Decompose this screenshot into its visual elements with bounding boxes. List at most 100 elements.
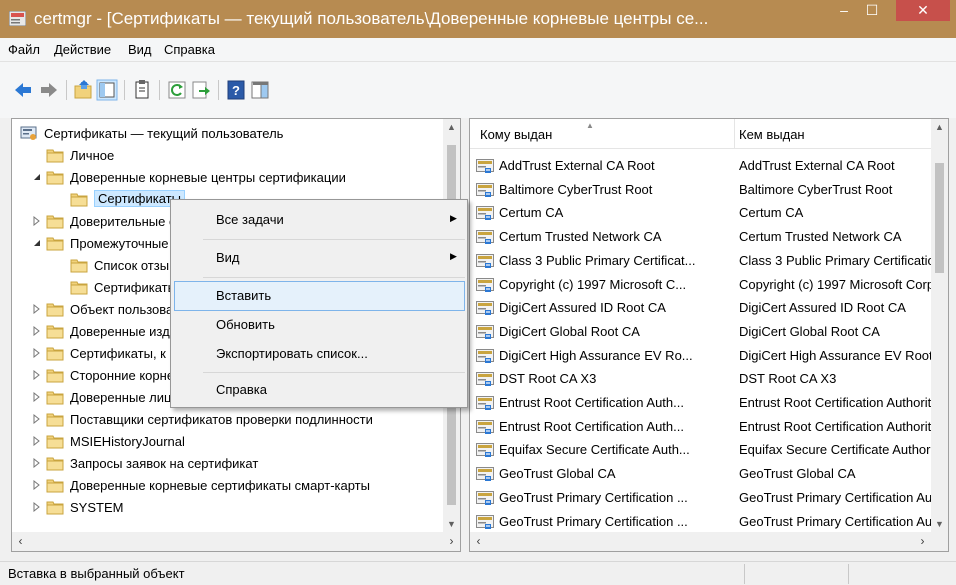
cell-issued-to: Entrust Root Certification Auth... — [499, 418, 684, 434]
scroll-up-arrow-icon[interactable]: ▲ — [443, 119, 460, 136]
scroll-down-arrow-icon[interactable]: ▼ — [443, 516, 460, 533]
export-list-icon[interactable] — [190, 79, 212, 101]
certificate-row[interactable]: DST Root CA X3 DST Root CA X3 — [470, 368, 940, 390]
certificate-row[interactable]: Class 3 Public Primary Certificat... Clas… — [470, 250, 940, 272]
tree-horizontal-scrollbar[interactable]: ‹ › — [12, 532, 460, 551]
tree-item-label: MSIEHistoryJournal — [70, 434, 185, 449]
scroll-left-arrow-icon[interactable]: ‹ — [12, 532, 29, 551]
cell-issued-by: DigiCert High Assurance EV Root CA — [739, 347, 931, 363]
column-header-label: Кем выдан — [739, 127, 805, 142]
cell-issued-by: Baltimore CyberTrust Root — [739, 181, 893, 197]
column-header-issued-by[interactable]: Кем выдан — [739, 119, 939, 149]
certificate-row[interactable]: Entrust Root Certification Auth... Entrus… — [470, 416, 940, 438]
close-button[interactable]: ✕ — [896, 0, 950, 21]
list-vertical-scrollbar[interactable]: ▲ ▼ — [931, 119, 948, 533]
certificate-icon — [476, 490, 494, 505]
tree-item-label: Личное — [70, 148, 115, 163]
certificate-row[interactable]: Equifax Secure Certificate Auth... Equifa… — [470, 439, 940, 461]
help-icon[interactable]: ? — [225, 79, 247, 101]
cell-issued-by: Copyright (c) 1997 Microsoft Corp. — [739, 276, 931, 292]
collapsed-arrow-icon[interactable] — [32, 304, 42, 314]
menu-view[interactable]: Вид — [128, 42, 152, 57]
menu-item-view[interactable]: Вид ▶ — [174, 243, 465, 273]
menu-item-label: Вставить — [216, 288, 272, 303]
menu-item-all-tasks[interactable]: Все задачи ▶ — [174, 205, 465, 235]
cell-issued-to: DigiCert High Assurance EV Ro... — [499, 347, 693, 363]
scroll-right-arrow-icon[interactable]: › — [443, 532, 460, 551]
certificate-row[interactable]: DigiCert Assured ID Root CA DigiCert Assu… — [470, 297, 940, 319]
collapsed-arrow-icon[interactable] — [32, 414, 42, 424]
menu-item-paste[interactable]: Вставить — [174, 281, 465, 311]
menu-item-help[interactable]: Справка — [174, 375, 465, 405]
collapsed-arrow-icon[interactable] — [32, 480, 42, 490]
certificate-row[interactable]: Certum CA Certum CA — [470, 202, 940, 224]
action-pane-icon[interactable] — [249, 79, 271, 101]
scroll-up-arrow-icon[interactable]: ▲ — [931, 119, 948, 136]
scroll-down-arrow-icon[interactable]: ▼ — [931, 516, 948, 533]
back-arrow-icon[interactable] — [12, 79, 34, 101]
menu-item-label: Экспортировать список... — [216, 346, 368, 361]
forward-arrow-icon[interactable] — [38, 79, 60, 101]
collapsed-arrow-icon[interactable] — [32, 436, 42, 446]
menu-item-export-list[interactable]: Экспортировать список... — [174, 339, 465, 369]
cell-issued-to: DST Root CA X3 — [499, 371, 597, 387]
collapsed-arrow-icon[interactable] — [32, 392, 42, 402]
collapsed-arrow-icon[interactable] — [32, 348, 42, 358]
toolbar: ? — [0, 62, 956, 118]
show-hide-console-tree-icon[interactable] — [96, 79, 118, 101]
certificate-row[interactable]: AddTrust External CA Root AddTrust Extern… — [470, 155, 940, 177]
cell-issued-by: DigiCert Global Root CA — [739, 323, 880, 339]
certificate-icon — [476, 443, 494, 458]
folder-icon — [70, 193, 88, 207]
certificate-row[interactable]: DigiCert Global Root CA DigiCert Global R… — [470, 321, 940, 343]
expanded-arrow-icon[interactable] — [32, 172, 42, 182]
collapsed-arrow-icon[interactable] — [32, 370, 42, 380]
certificate-row[interactable]: DigiCert High Assurance EV Ro... DigiCert… — [470, 345, 940, 367]
cell-issued-to: Certum Trusted Network CA — [499, 229, 662, 245]
certificate-list-pane[interactable]: Кому выдан ▲ Кем выдан AddTrust External… — [469, 118, 949, 552]
certificate-row[interactable]: Entrust Root Certification Auth... Entrus… — [470, 392, 940, 414]
collapsed-arrow-icon[interactable] — [32, 458, 42, 468]
collapsed-arrow-icon[interactable] — [32, 216, 42, 226]
cell-issued-to: GeoTrust Primary Certification ... — [499, 513, 688, 529]
cell-issued-by: Equifax Secure Certificate Authority — [739, 442, 931, 458]
tree-item-label: Доверенные лица — [70, 390, 179, 405]
certificate-icon — [476, 467, 494, 482]
properties-icon[interactable] — [131, 79, 153, 101]
status-text: Вставка в выбранный объект — [8, 566, 185, 581]
certificate-row[interactable]: Baltimore CyberTrust Root Baltimore Cyber… — [470, 179, 940, 201]
sort-ascending-icon: ▲ — [586, 121, 594, 130]
certificate-row[interactable]: GeoTrust Primary Certification ... GeoTru… — [470, 511, 940, 533]
expanded-arrow-icon[interactable] — [32, 238, 42, 248]
collapsed-arrow-icon[interactable] — [32, 502, 42, 512]
menu-action[interactable]: Действие — [54, 42, 111, 57]
column-header-issued-to[interactable]: Кому выдан ▲ — [480, 119, 735, 149]
maximize-button[interactable]: ☐ — [858, 0, 886, 21]
up-folder-icon[interactable] — [73, 79, 95, 101]
certificate-icon — [476, 230, 494, 245]
cell-issued-by: GeoTrust Primary Certification Authority — [739, 489, 931, 505]
title-bar[interactable]: certmgr - [Сертификаты — текущий пользов… — [0, 0, 956, 38]
folder-icon — [46, 171, 64, 185]
certificate-row[interactable]: GeoTrust Global CA GeoTrust Global CA — [470, 463, 940, 485]
menu-item-refresh[interactable]: Обновить — [174, 310, 465, 340]
certificate-icon — [476, 301, 494, 316]
collapsed-arrow-icon[interactable] — [32, 326, 42, 336]
refresh-icon[interactable] — [166, 79, 188, 101]
menu-help[interactable]: Справка — [164, 42, 215, 57]
certificate-icon — [476, 514, 494, 529]
certificate-row[interactable]: Copyright (c) 1997 Microsoft C... Copyrig… — [470, 274, 940, 296]
submenu-arrow-icon: ▶ — [450, 251, 457, 261]
certificate-row[interactable]: Certum Trusted Network CA Certum Trusted … — [470, 226, 940, 248]
cell-issued-by: Certum Trusted Network CA — [739, 229, 902, 245]
minimize-button[interactable]: – — [830, 0, 858, 21]
scroll-left-arrow-icon[interactable]: ‹ — [470, 532, 487, 551]
cell-issued-to: Equifax Secure Certificate Auth... — [499, 442, 690, 458]
tree-item-label: SYSTEM — [70, 500, 124, 515]
list-horizontal-scrollbar[interactable]: ‹ › — [470, 532, 948, 551]
menu-file[interactable]: Файл — [8, 42, 40, 57]
menu-bar: Файл Действие Вид Справка — [0, 38, 956, 62]
scroll-right-arrow-icon[interactable]: › — [914, 532, 931, 551]
scrollbar-thumb[interactable] — [935, 163, 944, 273]
certificate-row[interactable]: GeoTrust Primary Certification ... GeoTru… — [470, 487, 940, 509]
